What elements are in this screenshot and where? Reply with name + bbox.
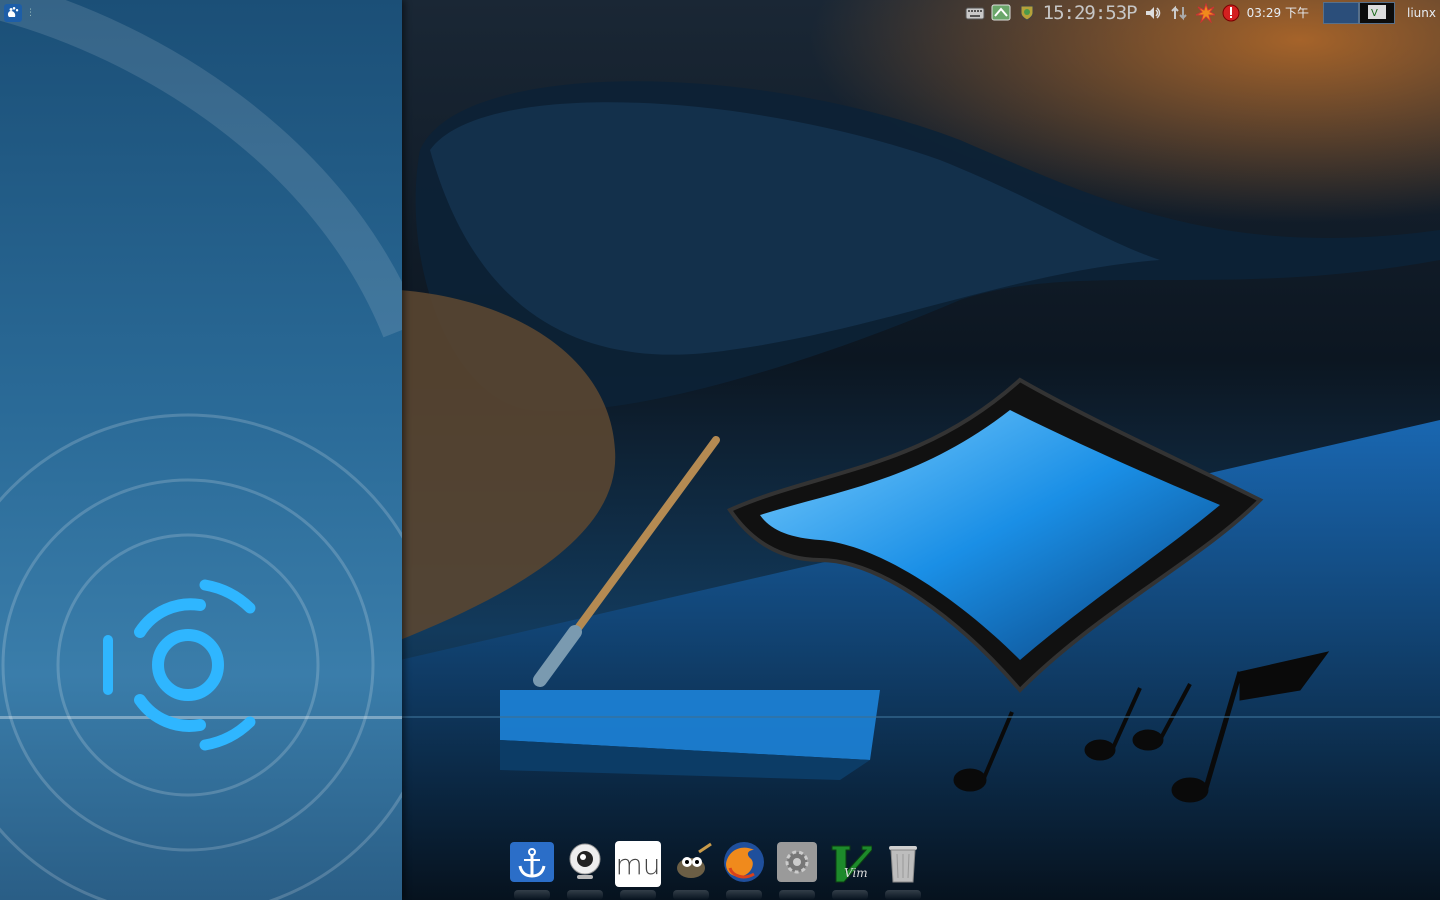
- anchor-icon: [510, 842, 554, 886]
- gimp-app[interactable]: [667, 840, 715, 900]
- wallpaper-left-panel: [0, 0, 402, 900]
- panel-left-section: ⋮: [0, 0, 35, 26]
- vim-window-mini-icon: V: [1368, 4, 1387, 23]
- webcam-icon: [565, 842, 605, 886]
- vim-icon: Vim: [828, 842, 872, 886]
- ubuntu-mate-logo-art: [0, 0, 402, 900]
- system-settings[interactable]: [773, 840, 821, 900]
- wallpaper-art: [400, 81, 1440, 900]
- gimp-icon: [669, 842, 713, 886]
- keyboard-icon[interactable]: [965, 4, 985, 22]
- panel-right-section: 15:29:53P 03:29 下午 V liunx: [965, 0, 1440, 26]
- trash[interactable]: [879, 840, 927, 900]
- trash-icon: [885, 840, 921, 888]
- starburst-notification-icon[interactable]: [1195, 3, 1215, 23]
- shield-update-icon[interactable]: [1017, 4, 1037, 22]
- desktop-wallpaper: [0, 0, 1440, 900]
- clock-applet[interactable]: 03:29 下午: [1247, 0, 1309, 26]
- panel-drag-handle-icon[interactable]: ⋮: [26, 8, 35, 18]
- user-menu[interactable]: liunx: [1407, 0, 1436, 26]
- gnome-foot-icon: [6, 4, 20, 23]
- musescore-app[interactable]: mu: [614, 840, 662, 900]
- workspace-switcher: V: [1323, 2, 1396, 24]
- workspace-2[interactable]: V: [1359, 2, 1396, 24]
- dock: mu Vim: [508, 838, 927, 900]
- webcam-app[interactable]: [561, 840, 609, 900]
- volume-icon[interactable]: [1143, 4, 1163, 22]
- network-manager-icon[interactable]: [991, 4, 1011, 22]
- red-alert-gear-icon[interactable]: [1221, 4, 1241, 22]
- workspace-1[interactable]: [1323, 2, 1360, 24]
- anchor-launcher[interactable]: [508, 840, 556, 900]
- top-panel: ⋮ 15:29:53P 03:29 下午 V liunx: [0, 0, 1440, 26]
- digital-clock[interactable]: 15:29:53P: [1043, 0, 1138, 26]
- firefox-icon: [722, 840, 766, 888]
- vim-icon-label: Vim: [844, 866, 868, 880]
- network-arrows-icon[interactable]: [1169, 4, 1189, 22]
- settings-gear-icon: [777, 842, 817, 886]
- vim-app[interactable]: Vim: [826, 840, 874, 900]
- svg-text:V: V: [1371, 8, 1378, 19]
- main-menu-button[interactable]: [4, 4, 22, 22]
- mu-icon-label: mu: [615, 847, 661, 881]
- wallpaper-right-panel: [400, 0, 1440, 900]
- firefox-app[interactable]: [720, 840, 768, 900]
- mu-icon: mu: [615, 841, 661, 887]
